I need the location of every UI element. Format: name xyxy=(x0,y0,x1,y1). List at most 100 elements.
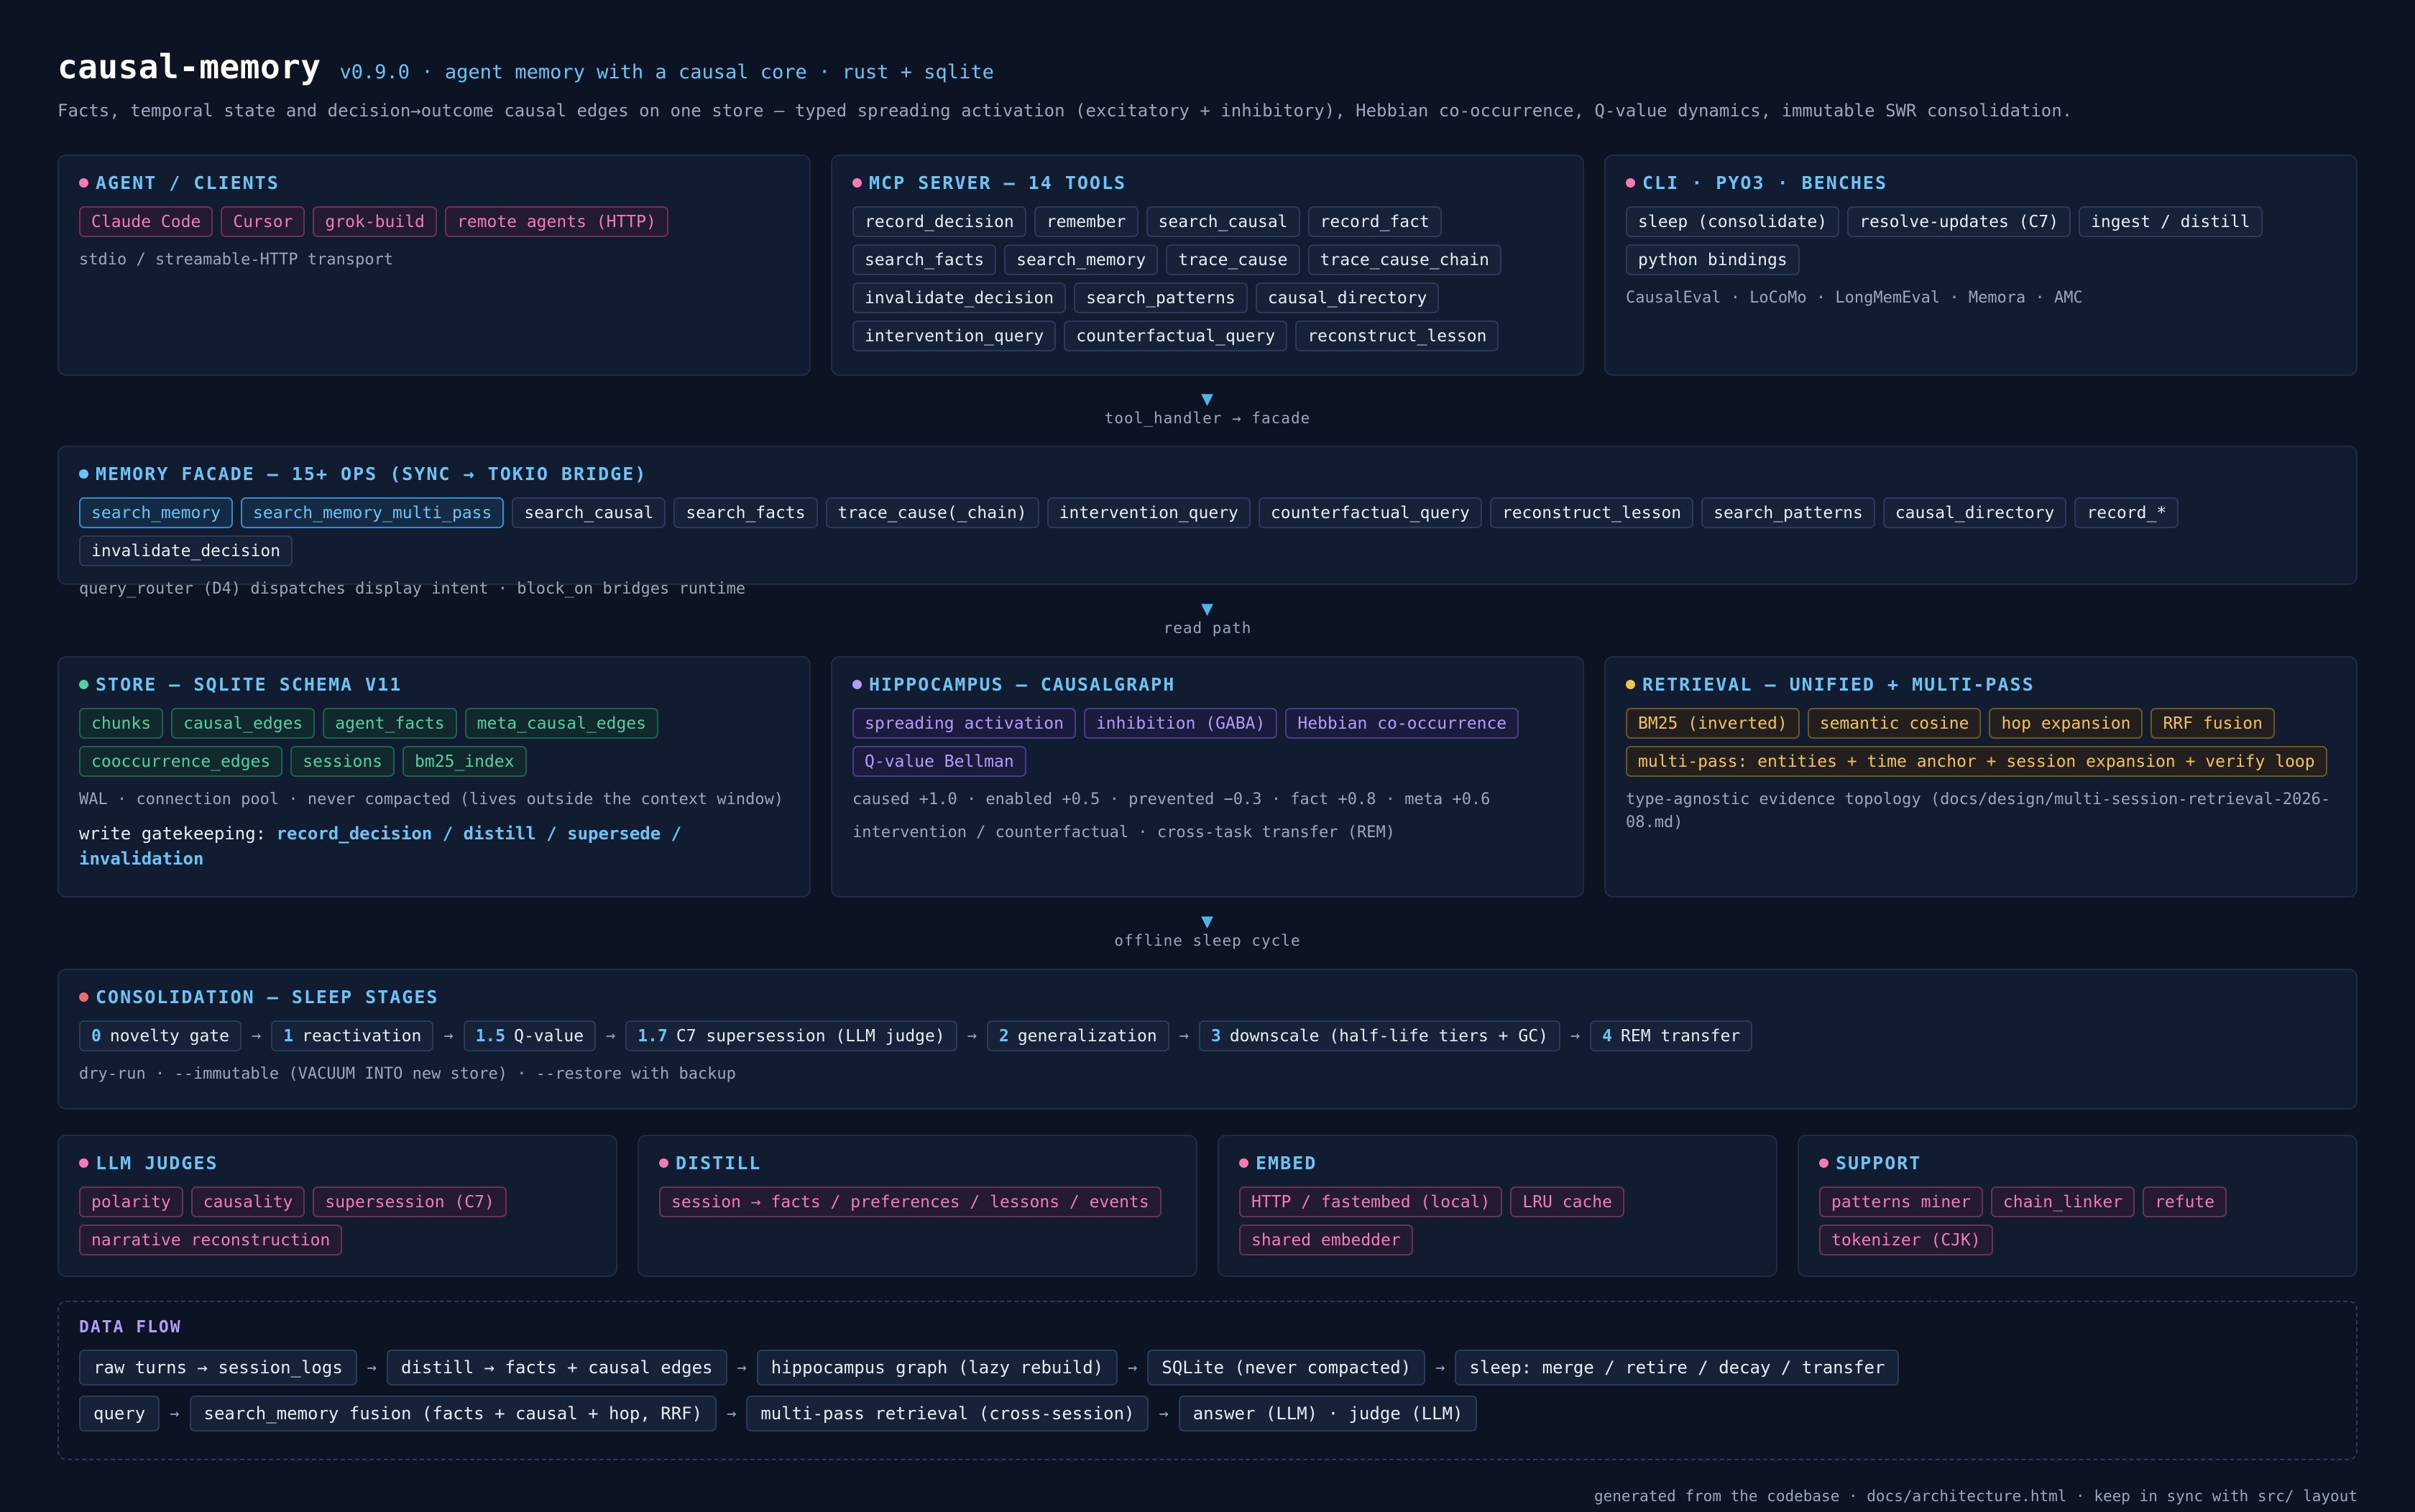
data-flow-panel: DATA FLOW raw turns → session_logs → dis… xyxy=(58,1301,2358,1460)
tool-chip: search_causal xyxy=(1146,206,1300,237)
page-header: causal-memory v0.9.0 · agent memory with… xyxy=(58,47,2072,121)
panel-note: WAL · connection pool · never compacted … xyxy=(79,790,784,808)
op-chip: causal_directory xyxy=(1882,497,2067,528)
status-dot xyxy=(1626,679,1635,689)
panel-title: DATA FLOW xyxy=(79,1318,182,1337)
flow-step: hippocampus graph (lazy rebuild) xyxy=(756,1350,1118,1386)
chip: Claude Code xyxy=(79,206,213,237)
status-dot xyxy=(79,992,88,1002)
panel-title: RETRIEVAL — UNIFIED + MULTI-PASS xyxy=(1642,673,2035,695)
op-chip: record_* xyxy=(2074,497,2179,528)
embed-panel: EMBED HTTP / fastembed (local) LRU cache… xyxy=(1218,1135,1777,1277)
gate-label: write gatekeeping: xyxy=(79,824,277,844)
chip: HTTP / fastembed (local) xyxy=(1239,1186,1503,1217)
chip: sleep (consolidate) xyxy=(1626,206,1840,237)
chip: causality xyxy=(190,1186,305,1217)
llm-judges-panel: LLM JUDGES polarity causality supersessi… xyxy=(58,1135,617,1277)
chip-list: patterns miner chain_linker refute token… xyxy=(1819,1186,2336,1255)
arrow-right-icon: → xyxy=(1570,1027,1581,1045)
panel-note: intervention / counterfactual · cross-ta… xyxy=(852,824,1395,842)
chip: polarity xyxy=(79,1186,183,1217)
arrow-right-icon: → xyxy=(367,1358,377,1377)
stage-chip: 2 generalization xyxy=(986,1020,1169,1051)
connector-sleep-cycle: ▼ offline sleep cycle xyxy=(0,911,2415,950)
flow-row-write: raw turns → session_logs → distill → fac… xyxy=(79,1350,2336,1386)
chip: supersession (C7) xyxy=(313,1186,507,1217)
page-title: causal-memory xyxy=(58,47,321,86)
panel-note: dry-run · --immutable (VACUUM INTO new s… xyxy=(79,1065,736,1083)
flow-step: raw turns → session_logs xyxy=(79,1350,357,1386)
stage-chip: 4 REM transfer xyxy=(1590,1020,1753,1051)
tool-chip: remember xyxy=(1034,206,1138,237)
chip: resolve-updates (C7) xyxy=(1847,206,2071,237)
panel-title: STORE — SQLITE SCHEMA V11 xyxy=(96,673,402,695)
arrow-right-icon: → xyxy=(1159,1404,1169,1423)
table-chip: chunks xyxy=(79,708,164,739)
store-panel: STORE — SQLITE SCHEMA V11 chunks causal_… xyxy=(58,656,811,898)
connector-read-path: ▼ read path xyxy=(0,598,2415,637)
chip-list: HTTP / fastembed (local) LRU cache share… xyxy=(1239,1186,1756,1255)
chip: session → facts / preferences / lessons … xyxy=(659,1186,1162,1217)
status-dot xyxy=(1626,178,1635,188)
flow-row-read: query → search_memory fusion (facts + ca… xyxy=(79,1396,2336,1432)
arrow-right-icon: → xyxy=(1179,1027,1189,1045)
panel-note: CausalEval · LoCoMo · LongMemEval · Memo… xyxy=(1626,289,2083,307)
chip-list: sleep (consolidate) resolve-updates (C7)… xyxy=(1626,206,2336,275)
panel-title: SUPPORT xyxy=(1836,1152,1922,1174)
stage-chip: 3 downscale (half-life tiers + GC) xyxy=(1198,1020,1560,1051)
chip: spreading activation xyxy=(852,708,1076,739)
panel-title: LLM JUDGES xyxy=(96,1152,218,1174)
tool-chip: record_decision xyxy=(852,206,1026,237)
arrow-right-icon: → xyxy=(1435,1358,1445,1377)
version-tagline: v0.9.0 · agent memory with a causal core… xyxy=(339,61,994,83)
status-dot xyxy=(79,178,88,188)
op-chip: counterfactual_query xyxy=(1258,497,1482,528)
chip-list: polarity causality supersession (C7) nar… xyxy=(79,1186,596,1255)
chip: multi-pass: entities + time anchor + ses… xyxy=(1626,746,2327,777)
chip: grok-build xyxy=(313,206,437,237)
chip: chain_linker xyxy=(1990,1186,2135,1217)
table-chip: meta_causal_edges xyxy=(464,708,658,739)
flow-step: sleep: merge / retire / decay / transfer xyxy=(1455,1350,1900,1386)
chip: BM25 (inverted) xyxy=(1626,708,1800,739)
status-dot xyxy=(79,469,88,479)
status-dot xyxy=(79,1158,88,1168)
table-chip: agent_facts xyxy=(323,708,457,739)
mcp-server-panel: MCP SERVER — 14 TOOLS record_decision re… xyxy=(831,155,1584,376)
chip-list: chunks causal_edges agent_facts meta_cau… xyxy=(79,708,789,777)
op-chip: search_causal xyxy=(512,497,666,528)
table-chip: cooccurrence_edges xyxy=(79,746,283,777)
chip: tokenizer (CJK) xyxy=(1819,1225,1993,1255)
panel-title: EMBED xyxy=(1256,1152,1317,1174)
page-subtitle: Facts, temporal state and decision→outco… xyxy=(58,101,2073,121)
arrow-right-icon: → xyxy=(252,1027,262,1045)
chip: RRF fusion xyxy=(2150,708,2275,739)
panel-title: DISTILL xyxy=(676,1152,762,1174)
flow-step: search_memory fusion (facts + causal + h… xyxy=(189,1396,717,1432)
tool-chip: record_fact xyxy=(1307,206,1442,237)
op-chip: trace_cause(_chain) xyxy=(825,497,1039,528)
chip-list: spreading activation inhibition (GABA) H… xyxy=(852,708,1563,777)
write-gatekeeping: write gatekeeping: record_decision / dis… xyxy=(79,821,789,872)
arrow-right-icon: → xyxy=(727,1404,737,1423)
tool-chip: counterfactual_query xyxy=(1064,321,1288,351)
flow-step: SQLite (never compacted) xyxy=(1147,1350,1426,1386)
panel-title: MCP SERVER — 14 TOOLS xyxy=(869,172,1127,193)
arrow-right-icon: → xyxy=(1128,1358,1138,1377)
op-chip: invalidate_decision xyxy=(79,535,293,566)
arrow-right-icon: → xyxy=(170,1404,180,1423)
tool-chip: trace_cause xyxy=(1166,244,1300,275)
status-dot xyxy=(852,178,862,188)
chip: hop expansion xyxy=(1989,708,2143,739)
chip: patterns miner xyxy=(1819,1186,1983,1217)
tool-chip: search_memory xyxy=(1004,244,1159,275)
status-dot xyxy=(1239,1158,1248,1168)
chip-list: session → facts / preferences / lessons … xyxy=(659,1186,1176,1217)
status-dot xyxy=(852,679,862,689)
arrow-right-icon: → xyxy=(443,1027,454,1045)
connector-label: offline sleep cycle xyxy=(1114,932,1301,949)
chip: Cursor xyxy=(221,206,305,237)
chip: LRU cache xyxy=(1510,1186,1624,1217)
arrow-down-icon: ▼ xyxy=(1201,387,1214,410)
connector-tool-handler: ▼ tool_handler → facade xyxy=(0,387,2415,428)
